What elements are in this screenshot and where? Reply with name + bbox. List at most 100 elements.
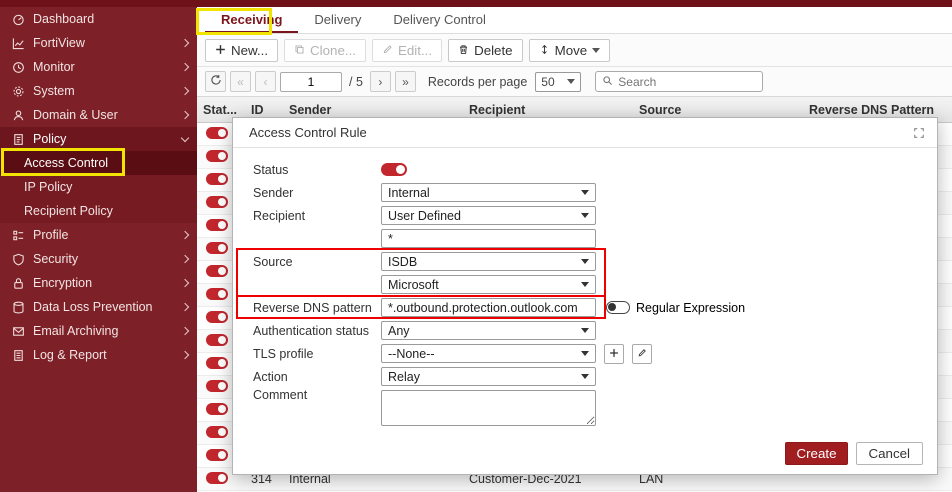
row-status-toggle[interactable]: [206, 471, 228, 484]
edit-tls-profile-button[interactable]: [632, 343, 652, 364]
records-per-page-label: Records per page: [427, 74, 528, 89]
tab-delivery[interactable]: Delivery: [298, 7, 377, 33]
first-page-button[interactable]: «: [230, 71, 251, 92]
authentication-status-select[interactable]: Any: [381, 321, 596, 340]
sidebar-item-security[interactable]: Security: [0, 247, 197, 271]
refresh-button[interactable]: [205, 71, 226, 92]
sidebar-item-profile[interactable]: Profile: [0, 223, 197, 247]
dropdown-caret-icon: [592, 47, 601, 53]
search-input[interactable]: [618, 74, 757, 89]
clone-button-label: Clone...: [310, 42, 356, 58]
row-status-toggle[interactable]: [206, 356, 228, 369]
recipient-label: Recipient: [253, 208, 306, 223]
top-accent-strip: [0, 0, 952, 7]
chevron-right-icon: [180, 86, 190, 96]
search-box: [595, 71, 764, 92]
chevron-right-icon: [180, 326, 190, 336]
tls-profile-select[interactable]: --None--: [381, 344, 596, 363]
row-status-toggle[interactable]: [206, 448, 228, 461]
sidebar-item-access-control[interactable]: Access Control: [0, 151, 197, 175]
tab-delivery-control[interactable]: Delivery Control: [377, 7, 501, 33]
tab-receiving[interactable]: Receiving: [205, 7, 299, 33]
reverse-dns-input[interactable]: *.outbound.protection.outlook.com: [381, 298, 596, 317]
recipient-pattern-input[interactable]: *: [381, 229, 596, 248]
row-status-toggle[interactable]: [206, 425, 228, 438]
edit-pencil-icon: [382, 43, 393, 58]
sidebar-item-email-archiving[interactable]: Email Archiving: [0, 319, 197, 343]
sidebar-item-encryption[interactable]: Encryption: [0, 271, 197, 295]
add-tls-profile-button[interactable]: [604, 343, 624, 364]
row-status-toggle[interactable]: [206, 149, 228, 162]
sidebar-item-label: Email Archiving: [33, 324, 119, 338]
column-header-reverse-dns[interactable]: Reverse DNS Pattern: [803, 103, 952, 117]
prev-page-button[interactable]: ‹: [255, 71, 276, 92]
column-header-id[interactable]: ID: [245, 103, 283, 117]
records-per-page-select[interactable]: 50: [535, 71, 582, 92]
sidebar-item-fortiview[interactable]: FortiView: [0, 31, 197, 55]
recipient-select[interactable]: User Defined: [381, 206, 596, 225]
move-button[interactable]: Move: [528, 38, 611, 62]
sender-label: Sender: [253, 185, 294, 200]
status-toggle[interactable]: [381, 163, 407, 176]
envelope-icon: [10, 325, 26, 338]
sidebar-item-label: Monitor: [33, 60, 75, 74]
regex-toggle[interactable]: [606, 301, 630, 314]
row-status-toggle[interactable]: [206, 195, 228, 208]
last-page-button[interactable]: »: [394, 71, 416, 92]
row-status-toggle[interactable]: [206, 333, 228, 346]
row-status-toggle[interactable]: [206, 379, 228, 392]
sidebar-item-domain-user[interactable]: Domain & User: [0, 103, 197, 127]
sidebar-subitem-label: IP Policy: [24, 180, 73, 194]
toolbar: New... Clone... Edit... Delete Move: [197, 34, 952, 67]
column-header-source[interactable]: Source: [633, 103, 803, 117]
comment-textarea[interactable]: [381, 390, 596, 426]
row-status-toggle[interactable]: [206, 310, 228, 323]
clone-button[interactable]: Clone...: [284, 38, 366, 62]
next-page-button[interactable]: ›: [369, 71, 391, 92]
sidebar-item-label: Domain & User: [33, 108, 118, 122]
source-select[interactable]: ISDB: [381, 252, 596, 271]
tab-bar: Receiving Delivery Delivery Control: [197, 7, 952, 34]
pagination-bar: « ‹ / 5 › » Records per page 50: [197, 67, 952, 97]
plus-icon: [609, 346, 619, 361]
cancel-button[interactable]: Cancel: [855, 442, 923, 465]
action-value: Relay: [388, 369, 420, 384]
recipient-value: User Defined: [388, 208, 461, 223]
dropdown-caret-icon: [581, 190, 589, 195]
sidebar-item-monitor[interactable]: Monitor: [0, 55, 197, 79]
column-header-sender[interactable]: Sender: [283, 103, 463, 117]
row-status-toggle[interactable]: [206, 264, 228, 277]
row-status-toggle[interactable]: [206, 241, 228, 254]
delete-button[interactable]: Delete: [448, 38, 523, 62]
source-detail-select[interactable]: Microsoft: [381, 275, 596, 294]
row-status-toggle[interactable]: [206, 402, 228, 415]
row-status-toggle[interactable]: [206, 126, 228, 139]
create-button[interactable]: Create: [785, 442, 848, 465]
tls-profile-value: --None--: [388, 346, 435, 361]
column-header-recipient[interactable]: Recipient: [463, 103, 633, 117]
sidebar-item-policy[interactable]: Policy: [0, 127, 197, 151]
page-number-input[interactable]: [280, 71, 342, 92]
sender-select[interactable]: Internal: [381, 183, 596, 202]
edit-button[interactable]: Edit...: [371, 38, 443, 62]
action-select[interactable]: Relay: [381, 367, 596, 386]
sidebar-item-system[interactable]: System: [0, 79, 197, 103]
sidebar-item-dlp[interactable]: Data Loss Prevention: [0, 295, 197, 319]
sidebar-item-recipient-policy[interactable]: Recipient Policy: [0, 199, 197, 223]
row-status-toggle[interactable]: [206, 218, 228, 231]
sidebar-item-ip-policy[interactable]: IP Policy: [0, 175, 197, 199]
reverse-dns-value: *.outbound.protection.outlook.com: [388, 300, 578, 315]
chevron-right-icon: [180, 38, 190, 48]
column-header-status[interactable]: Stat...: [197, 103, 245, 117]
regex-label: Regular Expression: [636, 300, 746, 315]
comment-label: Comment: [253, 388, 308, 402]
expand-dialog-button[interactable]: [913, 127, 925, 139]
source-detail-value: Microsoft: [388, 277, 439, 292]
system-icon: [10, 85, 26, 98]
row-status-toggle[interactable]: [206, 287, 228, 300]
sidebar-item-log-report[interactable]: Log & Report: [0, 343, 197, 367]
new-button[interactable]: New...: [205, 38, 279, 62]
sidebar-item-dashboard[interactable]: Dashboard: [0, 7, 197, 31]
chevron-right-icon: [180, 230, 190, 240]
row-status-toggle[interactable]: [206, 172, 228, 185]
